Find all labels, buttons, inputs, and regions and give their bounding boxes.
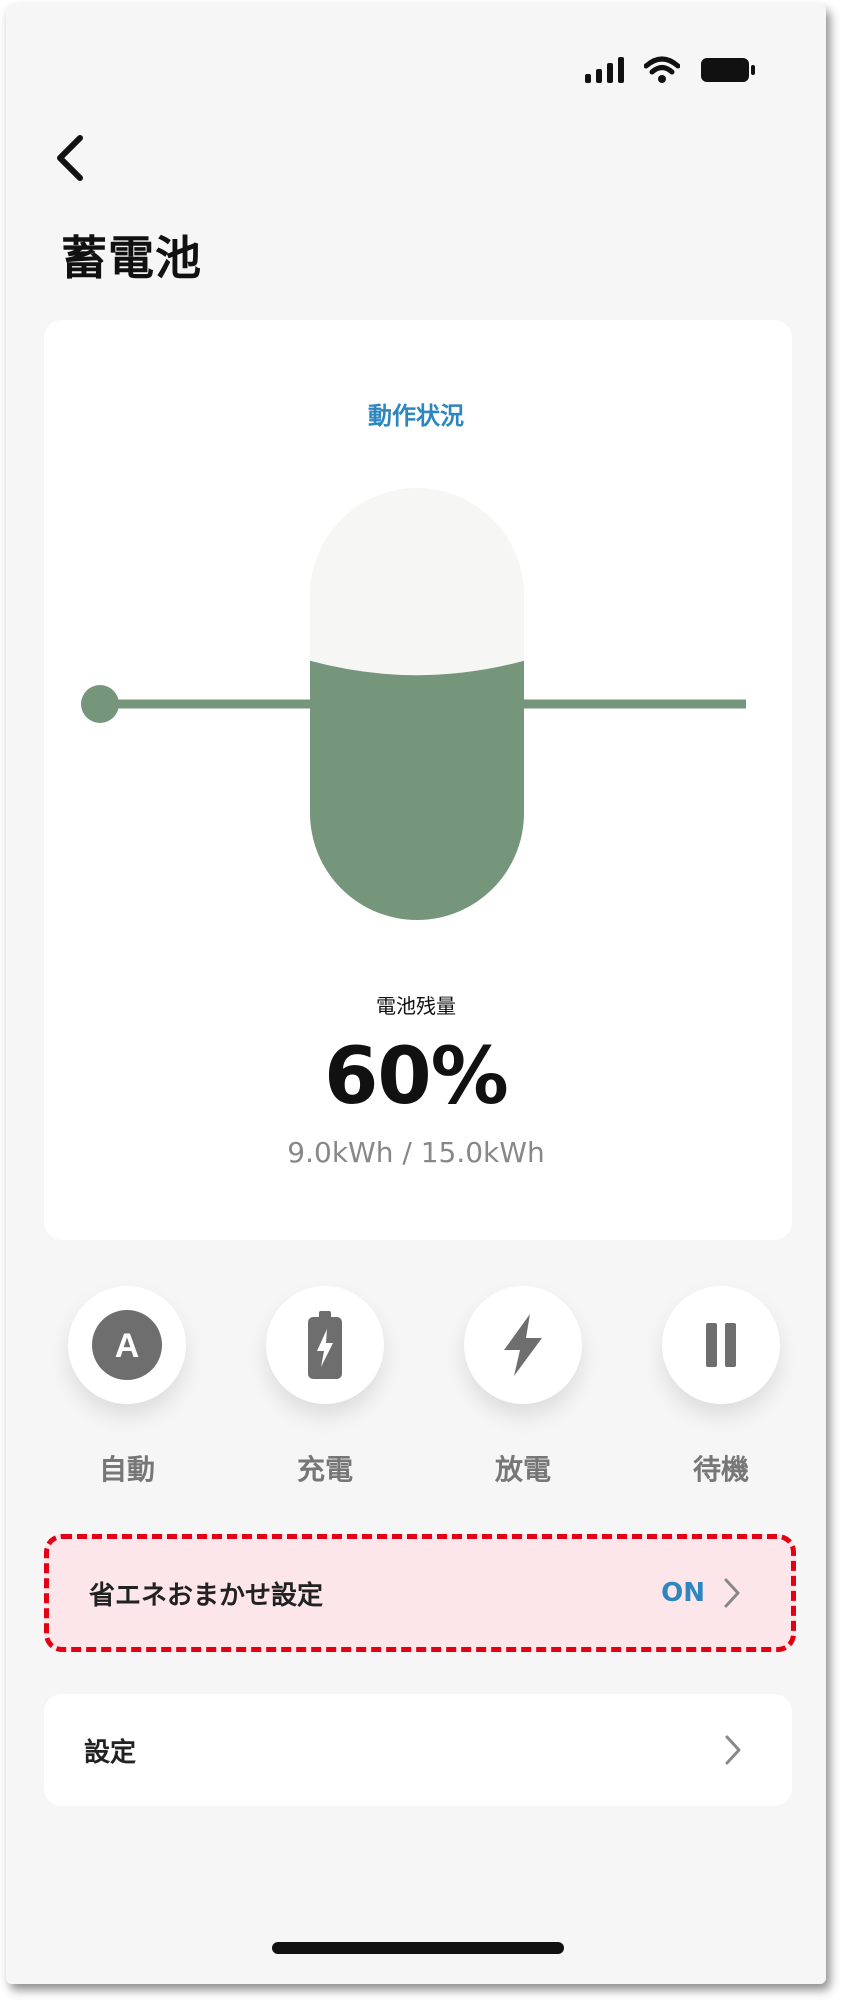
- mode-charge-label: 充電: [296, 1453, 353, 1486]
- mode-discharge-button[interactable]: [464, 1286, 582, 1404]
- mode-auto-label: 自動: [98, 1453, 155, 1486]
- mode-charge-button[interactable]: [266, 1286, 384, 1404]
- mode-discharge-label: 放電: [494, 1453, 551, 1486]
- mode-standby[interactable]: 待機: [661, 1286, 781, 1488]
- eco-auto-setting-label: 省エネおまかせ設定: [89, 1580, 324, 1611]
- mode-auto-button[interactable]: A: [68, 1286, 186, 1404]
- battery-fill-level: [310, 660, 524, 920]
- auto-a-icon: A: [92, 1310, 162, 1380]
- battery-percent: 60%: [324, 1032, 509, 1122]
- settings-row[interactable]: 設定: [44, 1694, 792, 1806]
- battery-level-visual: [81, 488, 746, 920]
- settings-label: 設定: [84, 1737, 137, 1768]
- flow-origin-dot: [81, 685, 119, 723]
- mode-charge[interactable]: 充電: [265, 1286, 385, 1488]
- mode-standby-label: 待機: [692, 1453, 749, 1486]
- mode-discharge[interactable]: 放電: [463, 1286, 583, 1488]
- mode-auto[interactable]: A 自動: [67, 1286, 187, 1488]
- eco-auto-setting-row[interactable]: 省エネおまかせ設定 ON: [44, 1534, 796, 1652]
- battery-remaining-label: 電池残量: [376, 994, 456, 1018]
- pause-icon: [706, 1323, 736, 1367]
- chevron-right-icon: [724, 1578, 740, 1608]
- phone-screen: 蓄電池 動作状況 電池残量 60% 9.0kWh / 15.0kWh A 自動: [6, 4, 826, 1984]
- svg-text:A: A: [115, 1327, 140, 1365]
- battery-capacity: 9.0kWh / 15.0kWh: [287, 1136, 545, 1169]
- battery-charge-icon: [308, 1311, 342, 1379]
- home-indicator[interactable]: [272, 1942, 564, 1954]
- lightning-icon: [504, 1314, 542, 1376]
- eco-auto-setting-value: ON: [661, 1578, 705, 1608]
- mode-standby-button[interactable]: [662, 1286, 780, 1404]
- chevron-right-icon: [725, 1735, 741, 1765]
